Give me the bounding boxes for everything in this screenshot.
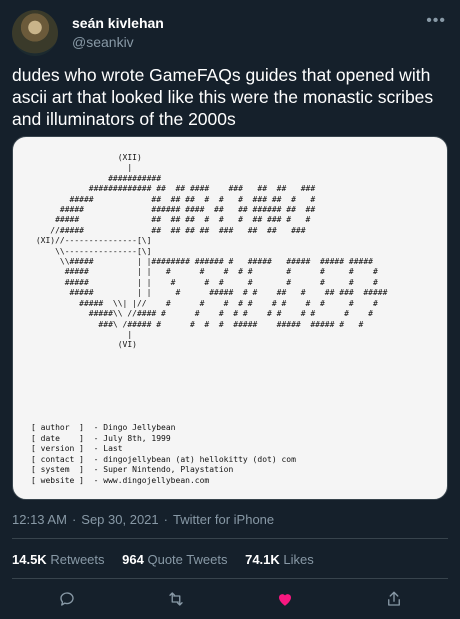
ascii-line: //##### ## ## ## ## ### ## ## ### <box>31 225 306 235</box>
ascii-line: ###\ /##### # # # # ##### ##### ##### # … <box>31 319 364 329</box>
likes-label: Likes <box>283 552 314 567</box>
guide-info-value: - July 8th, 1999 <box>83 433 171 443</box>
tweet-media[interactable]: (XII) | ########### ############# ## ## … <box>12 136 448 500</box>
ascii-line: ##### ###### #### ## ## ###### ## ## <box>31 205 316 215</box>
like-button[interactable] <box>272 586 298 612</box>
guide-info-row: [ version ] - Last <box>31 444 296 455</box>
avatar[interactable] <box>12 10 58 56</box>
guide-info-value: - www.dingojellybean.com <box>83 475 210 485</box>
ascii-line: ########### <box>31 173 162 183</box>
more-icon[interactable]: ••• <box>426 12 446 30</box>
tweet-header: seán kivlehan @seankiv ••• <box>12 10 448 58</box>
tweet-date[interactable]: Sep 30, 2021 <box>81 512 158 527</box>
ascii-line: (XI)//---------------[\] <box>31 236 152 246</box>
guide-info-key: [ contact ] <box>31 454 84 464</box>
heart-icon <box>279 594 291 606</box>
guide-info: [ author ] - Dingo Jellybean[ date ] - J… <box>31 423 296 487</box>
quotes-count: 964 <box>122 552 144 567</box>
guide-info-key: [ website ] <box>31 475 84 485</box>
guide-info-key: [ version ] <box>31 444 84 454</box>
ascii-line: #####\\ //#### # # # # # # # # # # # <box>31 309 373 319</box>
quote-tweets-stat[interactable]: 964 Quote Tweets <box>122 552 227 567</box>
guide-info-row: [ contact ] - dingojellybean (at) hellok… <box>31 455 296 466</box>
guide-info-row: [ website ] - www.dingojellybean.com <box>31 476 296 487</box>
action-bar <box>0 586 460 612</box>
guide-info-key: [ system ] <box>31 465 84 475</box>
ascii-line: ##### ## ## ## # # # ### ## # # <box>31 194 316 204</box>
guide-info-row: [ system ] - Super Nintendo, Playstation <box>31 465 296 476</box>
guide-info-key: [ author ] <box>31 423 84 432</box>
likes-stat[interactable]: 74.1K Likes <box>245 552 314 567</box>
ascii-art: (XII) | ########### ############# ## ## … <box>31 153 388 351</box>
share-button[interactable] <box>381 586 407 612</box>
ascii-line: ##### ## ## ## # # # ## ### # # <box>31 215 311 225</box>
author-handle[interactable]: @seankiv <box>72 34 134 50</box>
reply-button[interactable] <box>54 586 80 612</box>
retweets-count: 14.5K <box>12 552 47 567</box>
tweet-text: dudes who wrote GameFAQs guides that ope… <box>12 65 434 129</box>
ascii-line: ##### | | # # # # # # # # # <box>31 267 378 277</box>
ascii-line: ##### | | # ##### # # ## # ## ### ##### <box>31 288 388 298</box>
guide-info-value: - Dingo Jellybean <box>83 423 176 432</box>
quotes-label: Quote Tweets <box>147 552 228 567</box>
ascii-line: \\##### | |######## ###### # ##### #####… <box>31 257 373 267</box>
guide-info-value: - Super Nintendo, Playstation <box>83 465 234 475</box>
likes-count: 74.1K <box>245 552 280 567</box>
tweet-source[interactable]: Twitter for iPhone <box>173 512 274 527</box>
guide-info-key: [ date ] <box>31 433 84 443</box>
retweets-stat[interactable]: 14.5K Retweets <box>12 552 105 567</box>
ascii-line: ############# ## ## #### ### ## ## ### <box>31 184 316 194</box>
retweet-icon <box>169 592 183 606</box>
ascii-line: (VI) <box>31 340 137 350</box>
divider <box>12 538 448 539</box>
ascii-line: (XII) <box>31 153 142 162</box>
tweet-timestamp: 12:13 AM · Sep 30, 2021 · Twitter for iPhone <box>12 512 275 527</box>
reply-icon <box>60 592 74 606</box>
retweets-label: Retweets <box>50 552 105 567</box>
divider <box>12 578 448 579</box>
ascii-line: ##### | | # # # # # # # # <box>31 277 378 287</box>
author-name[interactable]: seán kivlehan <box>72 15 164 31</box>
guide-info-value: - Last <box>83 444 123 454</box>
ascii-line: | <box>31 329 133 339</box>
retweet-button[interactable] <box>163 586 189 612</box>
ascii-line: | <box>31 163 133 173</box>
ascii-line: ##### \\| |// # # # # # # # # # # # <box>31 298 378 308</box>
guide-info-value: - dingojellybean (at) hellokitty (dot) c… <box>83 454 296 464</box>
guide-info-row: [ author ] - Dingo Jellybean <box>31 423 296 434</box>
share-icon <box>388 591 400 606</box>
ascii-line: \\---------------[\] <box>31 246 152 256</box>
tweet-stats: 14.5K Retweets 964 Quote Tweets 74.1K Li… <box>12 552 328 567</box>
tweet-time[interactable]: 12:13 AM <box>12 512 67 527</box>
guide-info-row: [ date ] - July 8th, 1999 <box>31 434 296 445</box>
